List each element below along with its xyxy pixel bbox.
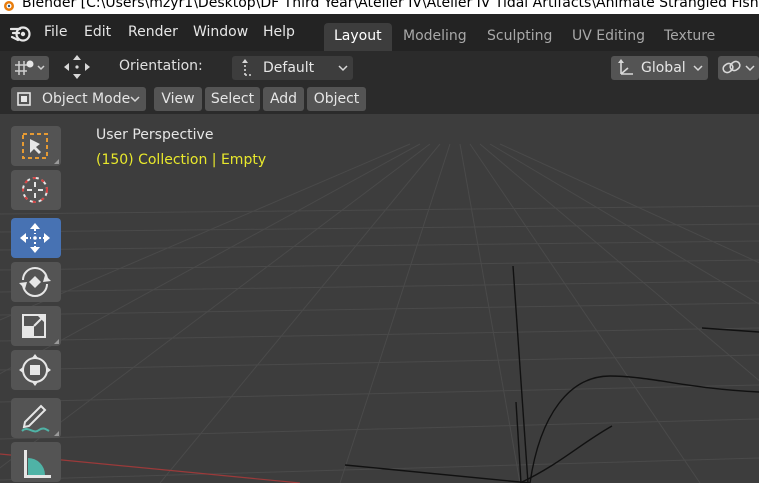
tool-cursor[interactable] xyxy=(11,170,61,210)
tool-rotate[interactable] xyxy=(11,262,61,302)
tool-scale[interactable] xyxy=(11,306,61,346)
tab-uv-editing[interactable]: UV Editing xyxy=(562,23,655,51)
tab-sculpting[interactable]: Sculpting xyxy=(477,23,562,51)
3d-viewport[interactable]: User Perspective (150) Collection | Empt… xyxy=(0,114,759,483)
grid-pin-icon xyxy=(15,60,45,75)
chevron-down-icon xyxy=(130,96,140,103)
blender-logo-icon xyxy=(4,1,14,11)
menu-window[interactable]: Window xyxy=(193,24,248,40)
move-mode-icon xyxy=(64,55,90,79)
chevron-down-icon xyxy=(338,65,348,72)
viewport-header: Object Mode View Select Add Object xyxy=(0,84,759,114)
tool-transform[interactable] xyxy=(11,350,61,390)
menu-help[interactable]: Help xyxy=(263,24,295,40)
measure-icon xyxy=(24,450,51,478)
tool-settings-header: Orientation: Default Global xyxy=(0,51,759,84)
link-icon xyxy=(722,60,755,74)
axes-icon xyxy=(618,59,633,75)
viewport-grid xyxy=(0,143,759,483)
select-menu[interactable]: Select xyxy=(205,87,260,111)
tab-texture-paint[interactable]: Texture Paint xyxy=(654,23,759,70)
orientation-label: Orientation: xyxy=(119,58,203,74)
mode-dropdown[interactable]: Object Mode xyxy=(11,87,146,111)
snapping-dropdown[interactable] xyxy=(718,56,759,80)
chevron-down-icon xyxy=(693,65,703,72)
cursor-icon xyxy=(22,177,48,203)
window-title-bar: Blender [C:\Users\mzyr1\Desktop\DF Third… xyxy=(0,0,759,14)
tab-layout[interactable]: Layout xyxy=(324,23,392,51)
menu-edit[interactable]: Edit xyxy=(84,24,111,40)
orientation-value: Default xyxy=(263,60,315,76)
rotate-icon xyxy=(19,267,51,297)
object-mode-icon xyxy=(17,92,31,106)
tool-annotate[interactable] xyxy=(11,398,61,438)
collection-info: (150) Collection | Empty xyxy=(96,152,267,168)
top-menu-bar: File Edit Render Window Help Layout Mode… xyxy=(0,14,759,70)
perspective-label: User Perspective xyxy=(96,127,214,143)
menu-render[interactable]: Render xyxy=(128,24,178,40)
orientation-icon xyxy=(242,59,253,76)
transform-space-value: Global xyxy=(641,60,686,76)
menu-file[interactable]: File xyxy=(44,24,67,40)
tool-variants-indicator xyxy=(54,431,59,436)
add-menu[interactable]: Add xyxy=(263,87,304,111)
object-menu[interactable]: Object xyxy=(307,87,366,111)
transform-space-dropdown[interactable]: Global xyxy=(611,56,708,80)
tool-measure[interactable] xyxy=(11,442,61,482)
blender-menu-icon[interactable] xyxy=(10,24,32,44)
orientation-dropdown[interactable]: Default xyxy=(232,56,353,80)
transform-icon xyxy=(19,354,51,386)
editor-type-button[interactable] xyxy=(11,56,49,80)
tool-select-box[interactable] xyxy=(11,126,61,166)
window-title: Blender [C:\Users\mzyr1\Desktop\DF Third… xyxy=(22,0,759,11)
tool-move[interactable] xyxy=(11,218,61,258)
mode-value: Object Mode xyxy=(42,91,131,107)
move-icon xyxy=(20,223,50,253)
tool-variants-indicator xyxy=(54,159,59,164)
tool-variants-indicator xyxy=(54,339,59,344)
tab-modeling[interactable]: Modeling xyxy=(393,23,477,51)
view-menu[interactable]: View xyxy=(154,87,202,111)
